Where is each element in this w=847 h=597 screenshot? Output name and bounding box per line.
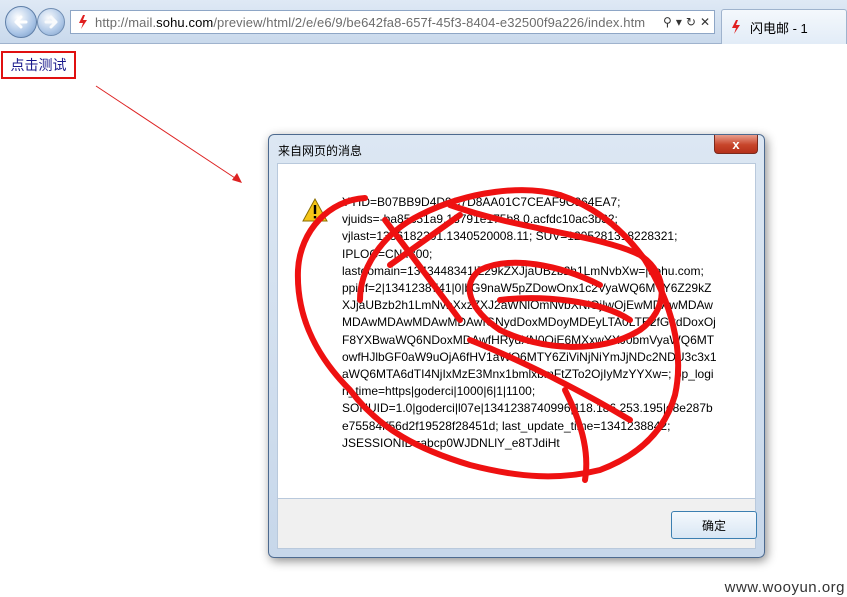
watermark: www.wooyun.org [724, 579, 845, 596]
dialog-close-button[interactable]: x [714, 135, 758, 154]
ok-button[interactable]: 确定 [671, 511, 757, 539]
message-line: ppinf=2|1341238741|0|bG9naW5pZDowOnx1c2V… [342, 281, 717, 399]
dialog-body: YYID=B07BB9D4D9C7D8AA01C7CEAF9C964EA7; v… [277, 163, 756, 499]
close-icon: x [732, 136, 740, 152]
alert-dialog: 来自网页的消息 x YYID=B07BB9D4D9C7D8AA01C7CEAF9… [268, 134, 765, 558]
message-line: YYID=B07BB9D4D9C7D8AA01C7CEAF9C964EA7; [342, 195, 621, 209]
dialog-footer: 确定 [277, 499, 757, 549]
message-line: lastdomain=1343448341|Z29kZXJjaUBzb2h1Lm… [342, 263, 704, 278]
message-line: IPLOC=CN4300; [342, 246, 433, 261]
message-line: SOHUID=1.0|goderci|l07e|1341238740996|11… [342, 401, 713, 433]
message-line: vjuids=-ba85c51a9.13791e175b8.0.acfdc10a… [342, 212, 618, 227]
message-line: vjlast=1336182301.1340520008.11; SUV=120… [342, 229, 678, 244]
warning-icon [302, 198, 328, 222]
message-line: JSESSIONID=abcp0WJDNLlY_e8TJdiHt [342, 435, 560, 450]
dialog-message: YYID=B07BB9D4D9C7D8AA01C7CEAF9C964EA7; v… [342, 194, 718, 452]
dialog-title: 来自网页的消息 [278, 144, 363, 158]
